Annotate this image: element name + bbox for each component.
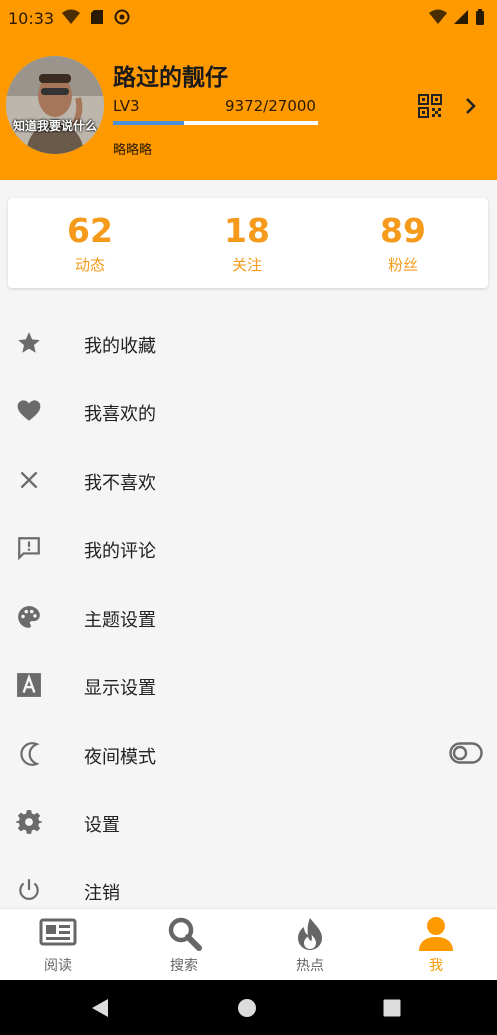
heart-icon bbox=[17, 400, 41, 421]
tab-me[interactable]: 我 bbox=[374, 909, 497, 981]
menu-item-comments[interactable]: 我的评论 bbox=[0, 514, 497, 582]
avatar-caption: 知道我要说什么 bbox=[12, 119, 97, 133]
comment-icon bbox=[18, 537, 40, 561]
menu-label: 我喜欢的 bbox=[84, 404, 156, 425]
status-time: 10:33 bbox=[8, 9, 55, 28]
sync-icon bbox=[114, 9, 130, 25]
star-icon bbox=[18, 332, 40, 353]
menu-label: 显示设置 bbox=[84, 678, 156, 699]
tab-search-label: 搜索 bbox=[170, 958, 198, 974]
stat-following-label: 关注 bbox=[231, 256, 262, 274]
newspaper-icon bbox=[39, 918, 77, 946]
avatar[interactable]: 知道我要说什么 bbox=[6, 56, 104, 154]
menu-item-display[interactable]: 显示设置 bbox=[0, 651, 497, 719]
fire-icon bbox=[298, 918, 322, 950]
stat-following[interactable]: 18 关注 bbox=[187, 210, 307, 275]
exp-progress-fill bbox=[113, 121, 185, 125]
menu-item-liked[interactable]: 我喜欢的 bbox=[0, 377, 497, 445]
menu-item-night-mode[interactable]: 夜间模式 bbox=[0, 720, 497, 788]
tab-read[interactable]: 阅读 bbox=[0, 909, 120, 981]
exp-progress-bar bbox=[113, 121, 318, 125]
recents-icon[interactable] bbox=[382, 998, 402, 1018]
battery-icon bbox=[476, 9, 484, 25]
user-signature: 略略略 bbox=[113, 143, 153, 158]
chevron-right-icon[interactable] bbox=[462, 96, 480, 116]
avatar-photo bbox=[6, 56, 104, 154]
moon-icon bbox=[20, 742, 40, 766]
stat-followers-label: 粉丝 bbox=[387, 256, 418, 274]
night-mode-toggle[interactable] bbox=[449, 742, 483, 764]
stat-followers[interactable]: 89 粉丝 bbox=[343, 210, 463, 275]
tab-me-label: 我 bbox=[429, 958, 443, 974]
stats-card: 62 动态 18 关注 89 粉丝 bbox=[8, 198, 488, 288]
system-nav-bar bbox=[0, 980, 497, 1035]
tab-search[interactable]: 搜索 bbox=[122, 909, 246, 981]
menu-item-disliked[interactable]: 我不喜欢 bbox=[0, 446, 497, 514]
person-icon bbox=[419, 917, 453, 951]
status-left-icons bbox=[62, 9, 130, 25]
tab-hot[interactable]: 热点 bbox=[248, 909, 372, 981]
gear-icon bbox=[16, 810, 42, 834]
close-icon bbox=[20, 471, 38, 489]
qr-code-icon[interactable] bbox=[418, 94, 442, 118]
menu-label: 主题设置 bbox=[84, 610, 156, 631]
tab-read-label: 阅读 bbox=[44, 958, 72, 974]
status-right-icons bbox=[429, 9, 485, 25]
font-icon bbox=[17, 673, 41, 697]
search-icon bbox=[168, 917, 202, 951]
sdcard-icon bbox=[91, 10, 103, 24]
wifi-icon bbox=[62, 9, 80, 24]
palette-icon bbox=[18, 606, 40, 628]
menu-label: 我的收藏 bbox=[84, 336, 156, 357]
menu-label: 我不喜欢 bbox=[84, 473, 156, 494]
bottom-navigation: 阅读 搜索 热点 我 bbox=[0, 908, 497, 980]
stat-followers-value: 89 bbox=[380, 211, 426, 250]
status-bar: 10:33 bbox=[0, 0, 497, 36]
menu-label: 注销 bbox=[84, 883, 120, 904]
stat-following-value: 18 bbox=[224, 211, 270, 250]
menu-label: 夜间模式 bbox=[84, 747, 156, 768]
menu-item-theme[interactable]: 主题设置 bbox=[0, 583, 497, 651]
tab-hot-label: 热点 bbox=[296, 958, 324, 974]
username: 路过的靓仔 bbox=[113, 65, 228, 91]
stat-posts[interactable]: 62 动态 bbox=[30, 210, 150, 275]
profile-header[interactable]: 知道我要说什么 路过的靓仔 LV3 9372/27000 略略略 bbox=[0, 36, 497, 180]
cell-signal-icon bbox=[454, 10, 468, 24]
menu-label: 设置 bbox=[84, 815, 120, 836]
menu-label: 我的评论 bbox=[84, 541, 156, 562]
user-level: LV3 bbox=[113, 97, 140, 115]
power-icon bbox=[19, 879, 39, 901]
stat-posts-value: 62 bbox=[67, 211, 113, 250]
menu-item-settings[interactable]: 设置 bbox=[0, 788, 497, 856]
menu-item-favorites[interactable]: 我的收藏 bbox=[0, 309, 497, 377]
exp-counter: 9372/27000 bbox=[225, 97, 316, 115]
wifi-signal-icon bbox=[429, 9, 447, 24]
back-icon[interactable] bbox=[90, 998, 110, 1018]
home-icon[interactable] bbox=[237, 998, 257, 1018]
stat-posts-label: 动态 bbox=[74, 256, 105, 274]
